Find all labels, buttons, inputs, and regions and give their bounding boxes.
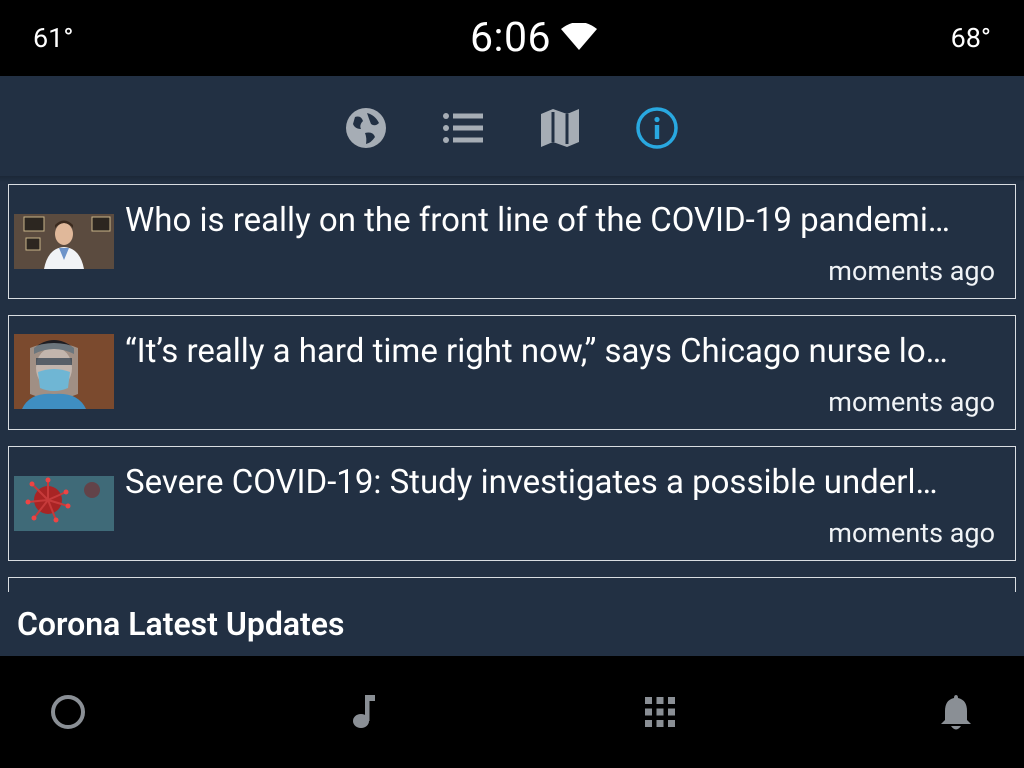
tab-world[interactable] [344,106,388,150]
news-app: Who is really on the front line of the C… [0,76,1024,656]
clock: 6:06 [470,14,552,62]
passenger-temperature[interactable]: 68° [951,22,991,54]
app-launcher-button[interactable] [640,692,680,732]
apps-grid-icon [645,697,675,727]
home-button[interactable] [48,692,88,732]
system-nav-bar [0,656,1024,768]
wifi-icon [561,22,598,55]
article-thumbnail [14,476,114,531]
tab-map[interactable] [538,106,582,150]
notifications-button[interactable] [936,692,976,732]
article-card[interactable]: Who is really on the front line of the C… [8,184,1016,299]
tab-bar [0,76,1024,180]
article-headline: “It’s really a hard time right now,” say… [125,332,948,371]
article-timestamp: moments ago [828,255,995,287]
home-circle-icon [51,695,85,729]
article-timestamp: moments ago [828,517,995,549]
article-card[interactable]: “It’s really a hard time right now,” say… [8,315,1016,430]
media-button[interactable] [344,692,384,732]
info-icon [636,107,678,149]
list-icon [443,113,483,143]
article-thumbnail [14,214,114,269]
article-list[interactable]: Who is really on the front line of the C… [0,182,1024,592]
footer-title: Corona Latest Updates [17,605,345,643]
status-bar: 61° 6:06 68° [0,0,1024,76]
article-headline: Severe COVID-19: Study investigates a po… [125,463,938,502]
map-icon [541,109,579,147]
music-note-icon [353,695,375,728]
article-card-partial[interactable] [8,577,1016,592]
article-timestamp: moments ago [828,386,995,418]
tab-info[interactable] [635,106,679,150]
notification-bell-icon [941,695,971,730]
article-thumbnail [14,334,114,409]
driver-temperature[interactable]: 61° [33,22,73,54]
globe-icon [346,108,386,148]
article-headline: Who is really on the front line of the C… [125,201,950,240]
tab-list[interactable] [441,106,485,150]
article-card[interactable]: Severe COVID-19: Study investigates a po… [8,446,1016,561]
clock-group: 6:06 [470,14,598,62]
